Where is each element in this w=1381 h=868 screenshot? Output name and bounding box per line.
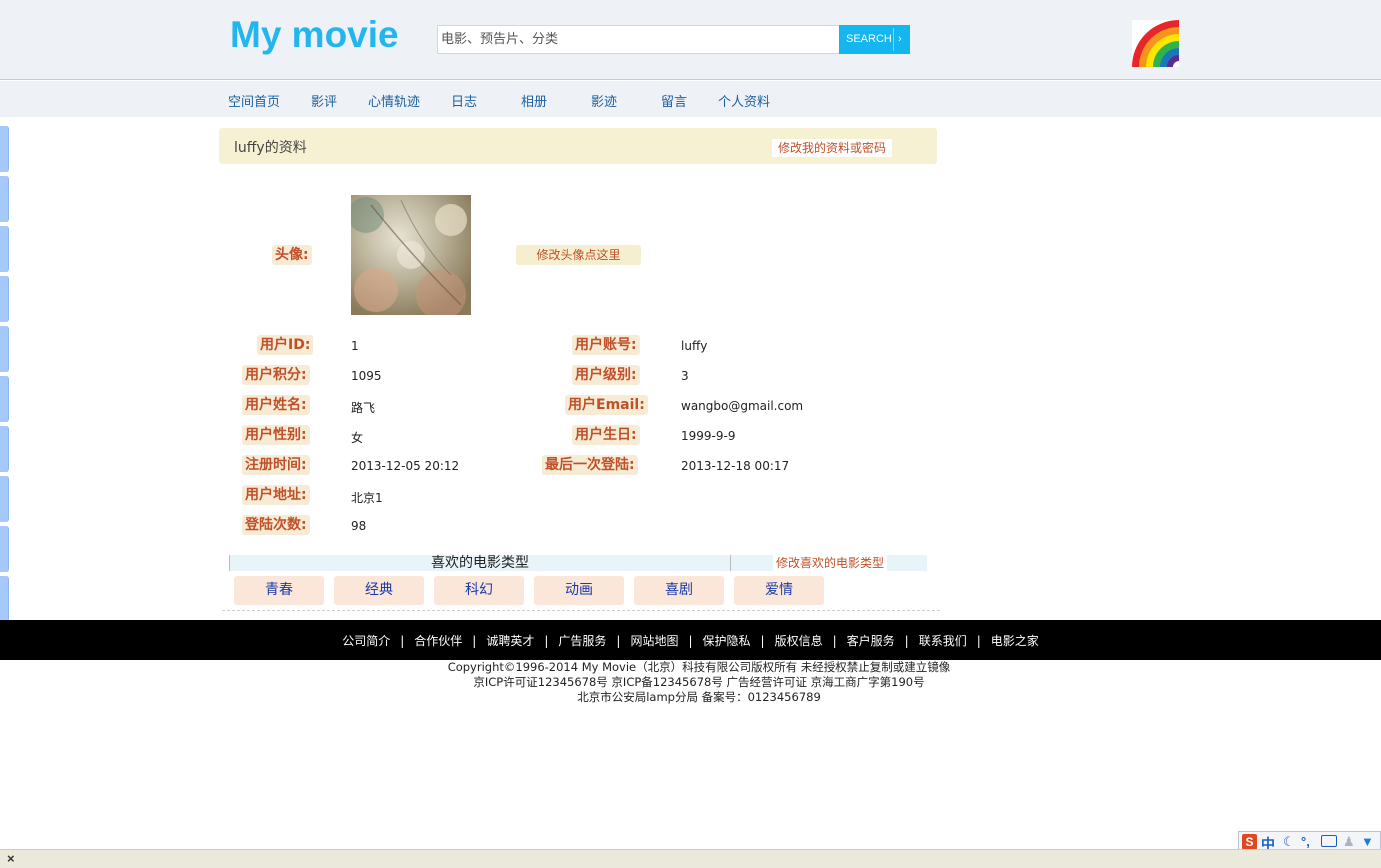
side-tab[interactable] (0, 176, 9, 222)
field-value-account: luffy (681, 339, 708, 353)
profile-header: luffy的资料 修改我的资料或密码 (219, 128, 937, 164)
footer-link-ads[interactable]: 广告服务 (558, 634, 606, 648)
footer-link-about[interactable]: 公司简介 (342, 634, 390, 648)
field-value-address: 北京1 (351, 491, 383, 505)
edit-avatar-button[interactable]: 修改头像点这里 (516, 245, 641, 265)
header: My movie SEARCH › (0, 0, 1381, 80)
footer-links: 公司简介 | 合作伙伴 | 诚聘英才 | 广告服务 | 网站地图 | 保护隐私 | 版权信息 | 客户服务 |… (342, 634, 1039, 648)
field-label-login-count: 登陆次数: (242, 515, 310, 535)
field-label-register-time: 注册时间: (242, 455, 310, 475)
keyboard-icon[interactable] (1321, 835, 1337, 847)
field-label-gender: 用户性别: (242, 425, 310, 445)
side-tab[interactable] (0, 326, 9, 372)
field-value-last-login: 2013-12-18 00:17 (681, 459, 790, 473)
bottom-bar: × (0, 849, 1381, 868)
edit-profile-link[interactable]: 修改我的资料或密码 (772, 139, 893, 157)
footer-link-careers[interactable]: 诚聘英才 (486, 634, 534, 648)
nav-item-messages[interactable]: 留言 (661, 91, 687, 110)
nav-item-reviews[interactable]: 影评 (311, 91, 337, 110)
police-record-line: 北京市公安局lamp分局 备案号：0123456789 (577, 690, 821, 704)
avatar (351, 195, 471, 315)
search-button[interactable]: SEARCH › (839, 25, 910, 54)
footer-link-home[interactable]: 电影之家 (991, 634, 1039, 648)
field-value-points: 1095 (351, 369, 382, 383)
field-label-address: 用户地址: (242, 485, 310, 505)
genre-chip[interactable]: 经典 (334, 576, 424, 605)
footer-link-sitemap[interactable]: 网站地图 (630, 634, 678, 648)
nav-item-album[interactable]: 相册 (521, 91, 547, 110)
footer-link-partners[interactable]: 合作伙伴 (414, 634, 462, 648)
rainbow-icon (1132, 20, 1179, 67)
field-label-birthday: 用户生日: (572, 425, 640, 445)
avatar-label: 头像: (272, 245, 312, 265)
nav-item-mood[interactable]: 心情轨迹 (368, 91, 420, 110)
favorite-genres-header: 喜欢的电影类型 修改喜欢的电影类型 (229, 555, 927, 571)
field-value-user-id: 1 (351, 339, 359, 353)
nav-item-home[interactable]: 空间首页 (228, 91, 280, 110)
copyright: Copyright©1996-2014 My Movie（北京）科技有限公司版权… (0, 660, 1381, 705)
divider (730, 555, 731, 571)
side-tab[interactable] (0, 126, 9, 172)
footer-link-contact[interactable]: 联系我们 (919, 634, 967, 648)
search-input[interactable] (437, 25, 839, 54)
edit-genres-link[interactable]: 修改喜欢的电影类型 (773, 555, 888, 571)
punctuation-icon[interactable]: °, (1301, 834, 1310, 849)
field-label-last-login: 最后一次登陆: (542, 455, 638, 475)
side-tab[interactable] (0, 476, 9, 522)
field-label-level: 用户级别: (572, 365, 640, 385)
field-label-name: 用户姓名: (242, 395, 310, 415)
moon-icon[interactable]: ☾ (1283, 834, 1295, 850)
side-tab[interactable] (0, 376, 9, 422)
side-tab[interactable] (0, 226, 9, 272)
site-logo[interactable]: My movie (230, 14, 399, 56)
copyright-line: Copyright©1996-2014 My Movie（北京）科技有限公司版权… (447, 660, 951, 674)
footer-link-copyright[interactable]: 版权信息 (775, 634, 823, 648)
nav-item-profile[interactable]: 个人资料 (718, 91, 770, 110)
genre-chip[interactable]: 爱情 (734, 576, 824, 605)
skin-icon[interactable]: ▼ (1361, 834, 1374, 849)
footer-link-privacy[interactable]: 保护隐私 (703, 634, 751, 648)
icp-line: 京ICP许可证12345678号 京ICP备12345678号 广告经营许可证 … (473, 675, 925, 689)
nav-item-blog[interactable]: 日志 (451, 91, 477, 110)
field-value-level: 3 (681, 369, 689, 383)
close-icon[interactable]: × (7, 851, 15, 866)
field-label-points: 用户积分: (242, 365, 310, 385)
side-tab[interactable] (0, 526, 9, 572)
chevron-right-icon: › (898, 33, 902, 45)
side-tab[interactable] (0, 276, 9, 322)
field-value-birthday: 1999-9-9 (681, 429, 736, 443)
footer-link-service[interactable]: 客户服务 (847, 634, 895, 648)
field-value-gender: 女 (351, 431, 364, 445)
section-divider (222, 610, 940, 611)
field-value-login-count: 98 (351, 519, 367, 533)
favorite-genres-title: 喜欢的电影类型 (431, 555, 529, 571)
search-button-divider (893, 28, 894, 51)
sogou-icon[interactable]: S (1242, 834, 1257, 850)
search-box: SEARCH › (437, 25, 910, 54)
side-tab[interactable] (0, 426, 9, 472)
user-icon[interactable]: ♟ (1343, 834, 1355, 850)
genre-chip[interactable]: 喜剧 (634, 576, 724, 605)
genre-chip[interactable]: 科幻 (434, 576, 524, 605)
field-label-account: 用户账号: (572, 335, 640, 355)
field-label-email: 用户Email: (565, 395, 648, 415)
nav-item-traces[interactable]: 影迹 (591, 91, 617, 110)
main-nav: 空间首页 影评 心情轨迹 日志 相册 影迹 留言 个人资料 (0, 81, 1381, 117)
field-value-register-time: 2013-12-05 20:12 (351, 459, 460, 473)
field-value-email: wangbo@gmail.com (681, 399, 804, 413)
field-value-name: 路飞 (351, 401, 376, 415)
profile-title: luffy的资料 (234, 140, 307, 156)
footer-nav: 公司简介 | 合作伙伴 | 诚聘英才 | 广告服务 | 网站地图 | 保护隐私 | 版权信息 | 客户服务 |… (0, 620, 1381, 660)
genre-chip[interactable]: 动画 (534, 576, 624, 605)
genre-chip[interactable]: 青春 (234, 576, 324, 605)
search-button-label: SEARCH (846, 33, 892, 45)
field-label-user-id: 用户ID: (257, 335, 314, 355)
